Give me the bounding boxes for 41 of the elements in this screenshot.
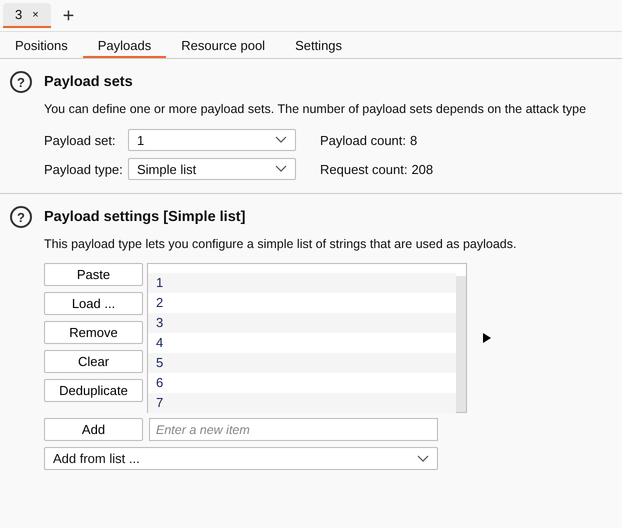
close-icon[interactable]: ×: [32, 8, 39, 20]
dropdown[interactable]: Add from list ...: [44, 447, 438, 470]
list-item[interactable]: 3: [148, 313, 456, 333]
section-description: You can define one or more payload sets. The number of payload sets depends on the attack type: [44, 102, 588, 116]
list-item[interactable]: 5: [148, 353, 456, 373]
scrollbar[interactable]: [456, 276, 466, 412]
tab[interactable]: Positions: [0, 32, 83, 58]
info-label: Payload count:: [320, 132, 406, 148]
info-value: 208: [411, 162, 434, 176]
help-icon[interactable]: ?: [10, 71, 32, 93]
new-tab-button[interactable]: +: [62, 6, 74, 26]
dropdown[interactable]: 1: [128, 129, 296, 151]
action-button[interactable]: Deduplicate: [44, 379, 143, 402]
tab[interactable]: Payloads: [82, 32, 166, 58]
list-item[interactable]: 2: [148, 293, 456, 313]
dropdown[interactable]: Simple list: [128, 158, 296, 180]
chevron-down-icon: [275, 136, 287, 144]
info-label: Request count:: [320, 162, 408, 176]
input-field[interactable]: Enter a new item: [149, 418, 438, 441]
list-item[interactable]: 1: [148, 273, 456, 293]
section-title: Payload sets: [44, 74, 133, 90]
action-button[interactable]: Load ...: [44, 292, 143, 315]
info-value: 8: [410, 132, 418, 148]
chevron-down-icon: [417, 454, 429, 462]
chevron-down-icon: [275, 165, 287, 173]
document-tab[interactable]: 3 ×: [3, 3, 51, 28]
section-title: Payload settings [Simple list]: [44, 209, 246, 225]
list-item[interactable]: 6: [148, 373, 456, 393]
action-button[interactable]: Remove: [44, 321, 143, 344]
list-item[interactable]: 7: [148, 393, 456, 413]
add-button[interactable]: Add: [44, 418, 143, 441]
action-button[interactable]: Paste: [44, 263, 143, 286]
tab[interactable]: Settings: [280, 32, 358, 58]
section-description: This payload type lets you configure a simple list of strings that are used as payloads.: [44, 237, 518, 251]
triangle-icon: [483, 333, 491, 343]
action-button[interactable]: Clear: [44, 350, 143, 373]
field-label: Payload set:: [44, 132, 117, 148]
tab[interactable]: Resource pool: [166, 32, 280, 58]
help-icon[interactable]: ?: [10, 206, 32, 228]
list-item[interactable]: 4: [148, 333, 456, 353]
field-label: Payload type:: [44, 162, 124, 176]
